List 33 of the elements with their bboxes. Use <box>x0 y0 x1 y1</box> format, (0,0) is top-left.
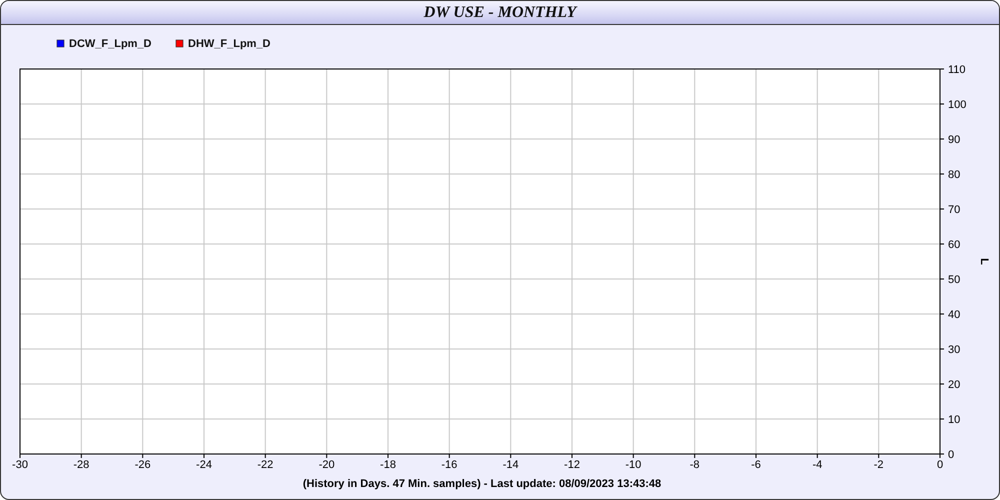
y-tick-label: 70 <box>948 204 960 216</box>
x-tick-label: -22 <box>257 459 274 471</box>
x-tick-label: -26 <box>134 459 151 471</box>
x-tick-label: -18 <box>380 459 396 471</box>
y-tick-label: 0 <box>948 449 954 461</box>
y-tick-label: 40 <box>948 309 960 321</box>
y-tick-label: 10 <box>948 414 960 426</box>
x-tick-label: -16 <box>441 459 458 471</box>
legend-label: DCW_F_Lpm_D <box>69 38 152 50</box>
x-tick-label: -30 <box>12 459 28 471</box>
y-tick-label: 60 <box>948 239 960 251</box>
x-tick-label: -8 <box>690 459 700 471</box>
x-tick-label: -20 <box>318 459 335 471</box>
y-tick-label: 50 <box>948 274 960 286</box>
x-tick-label: -24 <box>196 459 212 471</box>
x-tick-label: -6 <box>751 459 761 471</box>
y-tick-label: 110 <box>948 64 966 76</box>
x-tick-label: -12 <box>564 459 580 471</box>
window-title: DW USE - MONTHLY <box>424 4 576 22</box>
x-tick-label: -28 <box>73 459 90 471</box>
y-axis-title: L <box>978 258 990 265</box>
y-tick-label: 20 <box>948 379 960 391</box>
x-tick-label: -14 <box>502 459 519 471</box>
y-tick-label: 90 <box>948 134 960 146</box>
legend-label: DHW_F_Lpm_D <box>188 38 271 50</box>
y-tick-label: 100 <box>948 99 966 111</box>
y-tick-label: 80 <box>948 169 960 181</box>
x-axis-title: (History in Days. 47 Min. samples) - Last update: 08/09/2023 13:43:48 <box>302 478 662 490</box>
y-tick-label: 30 <box>948 344 960 356</box>
x-tick-label: -2 <box>874 459 884 471</box>
x-tick-label: 0 <box>936 459 944 471</box>
x-tick-label: -4 <box>812 459 822 471</box>
x-tick-label: -10 <box>625 459 642 471</box>
